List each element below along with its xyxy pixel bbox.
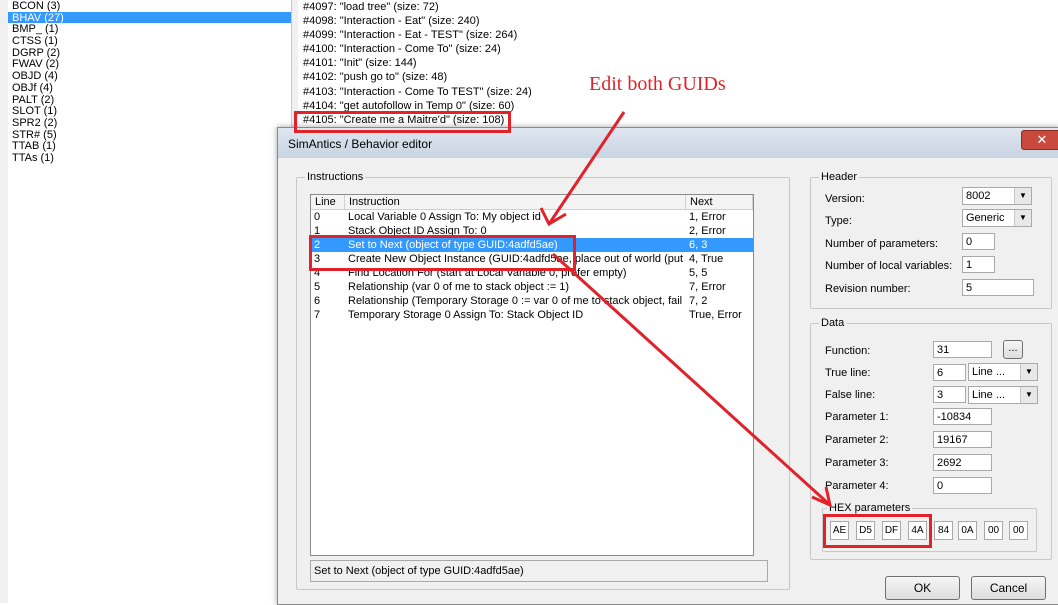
instruction-instr-cell: Relationship (Temporary Storage 0 := var… <box>348 295 684 307</box>
instruction-line-cell: 7 <box>314 309 321 321</box>
instruction-next-cell: 4, True <box>689 253 724 265</box>
version-label: Version: <box>825 193 865 205</box>
instruction-description: Set to Next (object of type GUID:4adfd5a… <box>310 560 768 582</box>
hex-byte-field[interactable]: 00 <box>1009 521 1028 540</box>
chevron-down-icon[interactable]: ▼ <box>1014 210 1031 226</box>
column-next[interactable]: Next <box>686 195 753 209</box>
instruction-instr-cell: Relationship (var 0 of me to stack objec… <box>348 281 570 293</box>
resource-item[interactable]: TTAs (1) <box>8 152 291 164</box>
false-line-select[interactable]: Line ... ▼ <box>968 386 1038 404</box>
column-line[interactable]: Line <box>311 195 345 209</box>
hex-parameters-label: HEX parameters <box>827 502 913 514</box>
instruction-line-cell: 0 <box>314 211 321 223</box>
ok-button[interactable]: OK <box>885 576 960 600</box>
function-label: Function: <box>825 345 871 357</box>
instructions-group-label: Instructions <box>305 171 366 183</box>
chevron-down-icon[interactable]: ▼ <box>1020 387 1037 403</box>
instruction-next-cell: 7, 2 <box>689 295 708 307</box>
instruction-line-cell: 5 <box>314 281 321 293</box>
chevron-down-icon[interactable]: ▼ <box>1020 364 1037 380</box>
cancel-button[interactable]: Cancel <box>971 576 1046 600</box>
annotation-box-instructions <box>309 235 576 271</box>
false-line-combo-value: Line ... <box>972 389 1006 401</box>
hex-byte-field[interactable]: 0A <box>958 521 977 540</box>
resource-item[interactable]: SLOT (1) <box>8 105 291 117</box>
resource-item[interactable]: SPR2 (2) <box>8 117 291 129</box>
bhav-list-item[interactable]: #4097: "load tree" (size: 72) <box>298 0 1058 14</box>
resource-item[interactable]: BCON (3) <box>8 0 291 12</box>
instruction-next-cell: True, Error <box>689 309 742 321</box>
revision-label: Revision number: <box>825 283 911 295</box>
instruction-next-cell: 7, Error <box>689 281 726 293</box>
instruction-next-cell: 6, 3 <box>689 239 708 251</box>
version-select[interactable]: 8002 ▼ <box>962 187 1032 205</box>
close-button[interactable]: ✕ <box>1021 130 1058 150</box>
parameter-1-field[interactable]: -10834 <box>933 408 992 425</box>
resource-item[interactable]: BMP_ (1) <box>8 23 291 36</box>
true-line-label: True line: <box>825 367 871 379</box>
resource-item[interactable]: OBJf (4) <box>8 82 291 94</box>
true-line-select[interactable]: Line ... ▼ <box>968 363 1038 381</box>
bhav-list-item[interactable]: #4100: "Interaction - Come To" (size: 24… <box>298 42 1058 56</box>
resource-item[interactable]: BHAV (27) <box>8 11 291 24</box>
chevron-down-icon[interactable]: ▼ <box>1014 188 1031 204</box>
parameter-1-label: Parameter 1: <box>825 411 889 423</box>
instruction-row[interactable]: 6 Relationship (Temporary Storage 0 := va… <box>311 294 753 308</box>
hex-byte-field[interactable]: 84 <box>934 521 953 540</box>
instruction-instr-cell: Temporary Storage 0 Assign To: Stack Obj… <box>348 309 584 321</box>
revision-field[interactable]: 5 <box>962 279 1034 296</box>
header-group-label: Header <box>819 171 860 183</box>
parameter-4-label: Parameter 4: <box>825 480 889 492</box>
true-line-combo-value: Line ... <box>972 366 1006 378</box>
bhav-list-item[interactable]: #4098: "Interaction - Eat" (size: 240) <box>298 14 1058 28</box>
true-line-field[interactable]: 6 <box>933 364 966 381</box>
instruction-row[interactable]: 0 Local Variable 0 Assign To: My object i… <box>311 210 753 224</box>
data-group-label: Data <box>819 317 847 329</box>
instruction-line-cell: 6 <box>314 295 321 307</box>
params-label: Number of parameters: <box>825 238 939 250</box>
instruction-instr-cell: Local Variable 0 Assign To: My object id <box>348 211 541 223</box>
resource-type-list[interactable]: BCON (3) BHAV (27) BMP_ (1) CTSS (1) DGRP (2… <box>8 0 292 603</box>
instruction-next-cell: 2, Error <box>689 225 726 237</box>
resource-item[interactable]: CTSS (1) <box>8 35 291 47</box>
bhav-list-item[interactable]: #4101: "Init" (size: 144) <box>298 56 1058 70</box>
parameter-2-field[interactable]: 19167 <box>933 431 992 448</box>
instruction-next-cell: 5, 5 <box>689 267 708 279</box>
parameter-2-label: Parameter 2: <box>825 434 889 446</box>
column-instruction[interactable]: Instruction <box>345 195 686 209</box>
bhav-list-item[interactable]: #4099: "Interaction - Eat - TEST" (size:… <box>298 28 1058 42</box>
function-field[interactable]: 31 <box>933 341 992 358</box>
resource-item[interactable]: STR# (5) <box>8 129 291 141</box>
behavior-editor-dialog: SimAntics / Behavior editor ✕ Instructio… <box>277 127 1058 605</box>
parameter-3-field[interactable]: 2692 <box>933 454 992 471</box>
listview-header: Line Instruction Next <box>311 195 753 210</box>
resource-item[interactable]: DGRP (2) <box>8 47 291 59</box>
parameter-3-label: Parameter 3: <box>825 457 889 469</box>
instruction-row[interactable]: 5 Relationship (var 0 of me to stack obje… <box>311 280 753 294</box>
params-field[interactable]: 0 <box>962 233 995 250</box>
dialog-title: SimAntics / Behavior editor <box>288 137 433 151</box>
annotation-box-hex <box>823 514 932 548</box>
locals-label: Number of local variables: <box>825 260 953 272</box>
resource-item[interactable]: FWAV (2) <box>8 58 291 71</box>
type-value: Generic <box>966 212 1005 224</box>
version-value: 8002 <box>966 190 991 202</box>
resource-item[interactable]: PALT (2) <box>8 94 291 106</box>
annotation-box-bhav <box>294 111 511 133</box>
resource-item[interactable]: OBJD (4) <box>8 70 291 82</box>
hex-byte-field[interactable]: 00 <box>984 521 1003 540</box>
instruction-row[interactable]: 7 Temporary Storage 0 Assign To: Stack Ob… <box>311 308 753 322</box>
instruction-next-cell: 1, Error <box>689 211 726 223</box>
resource-item[interactable]: TTAB (1) <box>8 140 291 152</box>
parameter-4-field[interactable]: 0 <box>933 477 992 494</box>
type-select[interactable]: Generic ▼ <box>962 209 1032 227</box>
annotation-text: Edit both GUIDs <box>589 73 726 95</box>
false-line-label: False line: <box>825 389 876 401</box>
locals-field[interactable]: 1 <box>962 256 995 273</box>
browse-function-button[interactable]: ... <box>1003 340 1023 359</box>
false-line-field[interactable]: 3 <box>933 386 966 403</box>
type-label: Type: <box>825 215 852 227</box>
